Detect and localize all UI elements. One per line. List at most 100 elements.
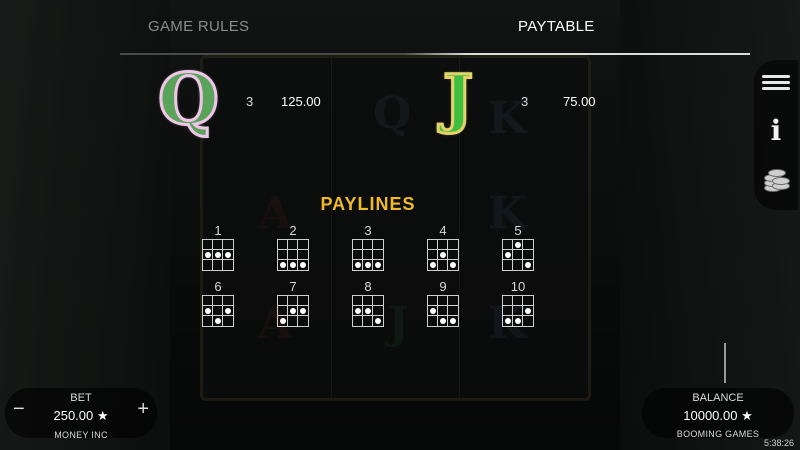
payline-number: 1: [214, 223, 222, 238]
payline-cell: [278, 296, 288, 306]
balance-label: BALANCE: [692, 392, 744, 404]
payline-dot: [503, 316, 513, 326]
payline-dot: [223, 306, 233, 316]
payline-dot: [373, 260, 383, 270]
payline-cell: [438, 240, 448, 250]
payline-dot: [448, 260, 458, 270]
payline-cell: [288, 240, 298, 250]
payline-cell: [428, 250, 438, 260]
payline-cell: [223, 296, 233, 306]
paylines-title: PAYLINES: [320, 194, 416, 214]
payline-8: 8: [351, 279, 385, 327]
payline-cell: [363, 316, 373, 326]
payline-dot: [278, 260, 288, 270]
payline-cell: [523, 250, 533, 260]
payline-5: 5: [501, 223, 535, 271]
payline-cell: [288, 250, 298, 260]
payline-cell: [448, 296, 458, 306]
payline-pattern: [277, 295, 309, 327]
payline-pattern: [427, 295, 459, 327]
payline-dot: [213, 316, 223, 326]
info-tabs: GAME RULES PAYTABLE: [0, 0, 800, 55]
q-symbol-icon: Q: [157, 58, 221, 141]
payline-cell: [448, 250, 458, 260]
payline-1: 1: [201, 223, 235, 271]
payline-cell: [428, 316, 438, 326]
payline-dot: [223, 250, 233, 260]
payline-cell: [513, 306, 523, 316]
bet-label: BET: [70, 392, 92, 404]
payline-cell: [278, 250, 288, 260]
payline-cell: [523, 296, 533, 306]
payline-pattern: [427, 239, 459, 271]
payline-cell: [448, 240, 458, 250]
payline-dot: [213, 250, 223, 260]
payline-pattern: [202, 239, 234, 271]
payline-cell: [203, 260, 213, 270]
payline-pattern: [277, 239, 309, 271]
tab-underline: [120, 53, 750, 55]
payline-cell: [373, 296, 383, 306]
payline-cell: [363, 250, 373, 260]
payline-cell: [503, 296, 513, 306]
payline-cell: [523, 316, 533, 326]
q-pay-value: 125.00: [281, 94, 321, 109]
payline-cell: [513, 250, 523, 260]
payline-dot: [353, 306, 363, 316]
payline-cell: [523, 240, 533, 250]
payline-number: 10: [510, 279, 526, 294]
payline-cell: [298, 316, 308, 326]
payline-cell: [213, 296, 223, 306]
payline-cell: [428, 296, 438, 306]
q-pay-count: 3: [246, 94, 254, 109]
payline-4: 4: [426, 223, 460, 271]
payline-cell: [373, 240, 383, 250]
j-pay-value: 75.00: [563, 94, 596, 109]
scrollbar[interactable]: [724, 343, 726, 383]
payline-number: 8: [364, 279, 372, 294]
payline-cell: [288, 316, 298, 326]
payline-cell: [288, 296, 298, 306]
payline-dot: [353, 260, 363, 270]
payline-cell: [278, 306, 288, 316]
j-symbol-icon: J: [441, 61, 474, 136]
payline-pattern: [352, 239, 384, 271]
payline-9: 9: [426, 279, 460, 327]
payline-cell: [353, 316, 363, 326]
bet-value: 250.00 ★: [53, 408, 109, 423]
payline-cell: [353, 240, 363, 250]
hamburger-icon[interactable]: [760, 66, 792, 98]
tab-paytable[interactable]: PAYTABLE: [518, 18, 595, 35]
payline-6: 6: [201, 279, 235, 327]
payline-dot: [203, 250, 213, 260]
coins-icon[interactable]: [760, 164, 792, 196]
game-background: Q K A K A J K: [0, 0, 800, 450]
payline-cell: [223, 260, 233, 270]
payline-cell: [203, 316, 213, 326]
payline-cell: [428, 240, 438, 250]
payline-dot: [288, 260, 298, 270]
payline-dot: [373, 316, 383, 326]
tab-game-rules[interactable]: GAME RULES: [148, 18, 249, 35]
payline-cell: [373, 250, 383, 260]
info-icon[interactable]: i: [760, 114, 792, 147]
payline-10: 10: [501, 279, 535, 327]
payline-pattern: [502, 295, 534, 327]
payline-dot: [363, 306, 373, 316]
payline-dot: [298, 306, 308, 316]
payline-dot: [363, 260, 373, 270]
payline-cell: [438, 306, 448, 316]
payline-dot: [448, 316, 458, 326]
payline-cell: [503, 240, 513, 250]
payline-pattern: [352, 295, 384, 327]
bet-increase-button[interactable]: +: [137, 398, 149, 421]
payline-cell: [298, 240, 308, 250]
payline-cell: [213, 240, 223, 250]
payline-pattern: [202, 295, 234, 327]
payline-dot: [278, 316, 288, 326]
payline-cell: [513, 296, 523, 306]
clock: 5:38:26: [763, 438, 794, 448]
payline-pattern: [502, 239, 534, 271]
payline-number: 7: [289, 279, 297, 294]
payline-cell: [298, 250, 308, 260]
